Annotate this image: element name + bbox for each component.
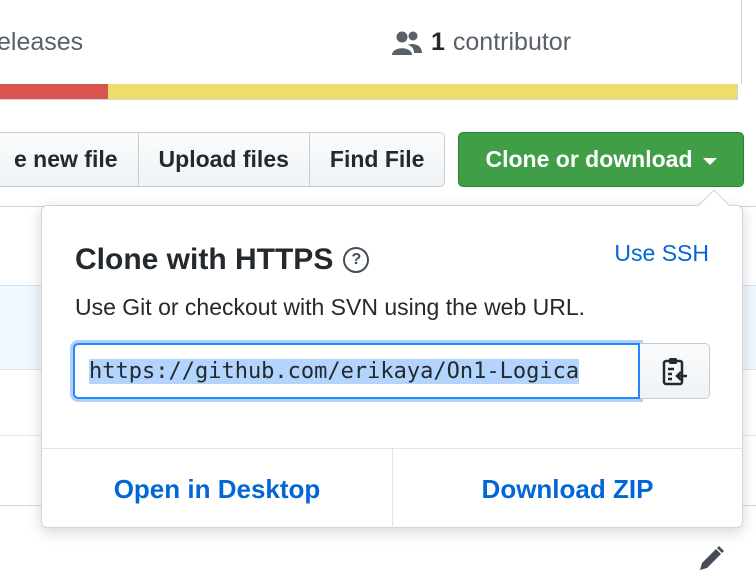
download-zip-button[interactable]: Download ZIP — [392, 449, 742, 529]
clone-popover: Clone with HTTPS ? Use SSH Use Git or ch… — [41, 189, 743, 529]
repo-summary-bar: eleases 1 contributor — [0, 0, 742, 84]
file-actions-group: e new file Upload files Find File — [0, 132, 446, 187]
clone-or-download-button[interactable]: Clone or download — [458, 132, 744, 187]
language-segment — [108, 84, 737, 99]
pencil-icon[interactable] — [696, 544, 726, 574]
popover-title: Clone with HTTPS — [75, 243, 334, 276]
caret-down-icon — [702, 157, 717, 165]
find-file-button[interactable]: Find File — [308, 132, 446, 187]
popover-title-row: Clone with HTTPS ? — [75, 243, 370, 277]
releases-link[interactable]: eleases — [0, 28, 83, 57]
popover-footer: Open in Desktop Download ZIP — [42, 448, 742, 529]
use-ssh-link[interactable]: Use SSH — [614, 240, 709, 267]
open-in-desktop-button[interactable]: Open in Desktop — [42, 449, 392, 529]
question-circle-icon[interactable]: ? — [343, 247, 370, 273]
create-new-file-button[interactable]: e new file — [0, 132, 139, 187]
language-bar — [0, 84, 738, 100]
contributors-link[interactable]: 1 contributor — [391, 28, 571, 57]
popover-body: Clone with HTTPS ? Use SSH Use Git or ch… — [42, 206, 742, 448]
popover-description: Use Git or checkout with SVN using the w… — [75, 294, 586, 320]
upload-files-button[interactable]: Upload files — [137, 132, 310, 187]
clipboard-icon — [662, 358, 687, 386]
people-icon — [392, 31, 422, 55]
clone-url-input[interactable]: https://github.com/erikaya/On1-Logica — [73, 343, 640, 399]
clone-or-download-label: Clone or download — [485, 146, 693, 172]
clone-url-group: https://github.com/erikaya/On1-Logica — [73, 343, 710, 399]
contributor-label: contributor — [452, 28, 572, 56]
contributor-count: 1 — [431, 28, 445, 56]
clone-url-selected-text: https://github.com/erikaya/On1-Logica — [89, 358, 580, 384]
copy-url-button[interactable] — [640, 343, 710, 399]
language-segment — [0, 84, 108, 99]
